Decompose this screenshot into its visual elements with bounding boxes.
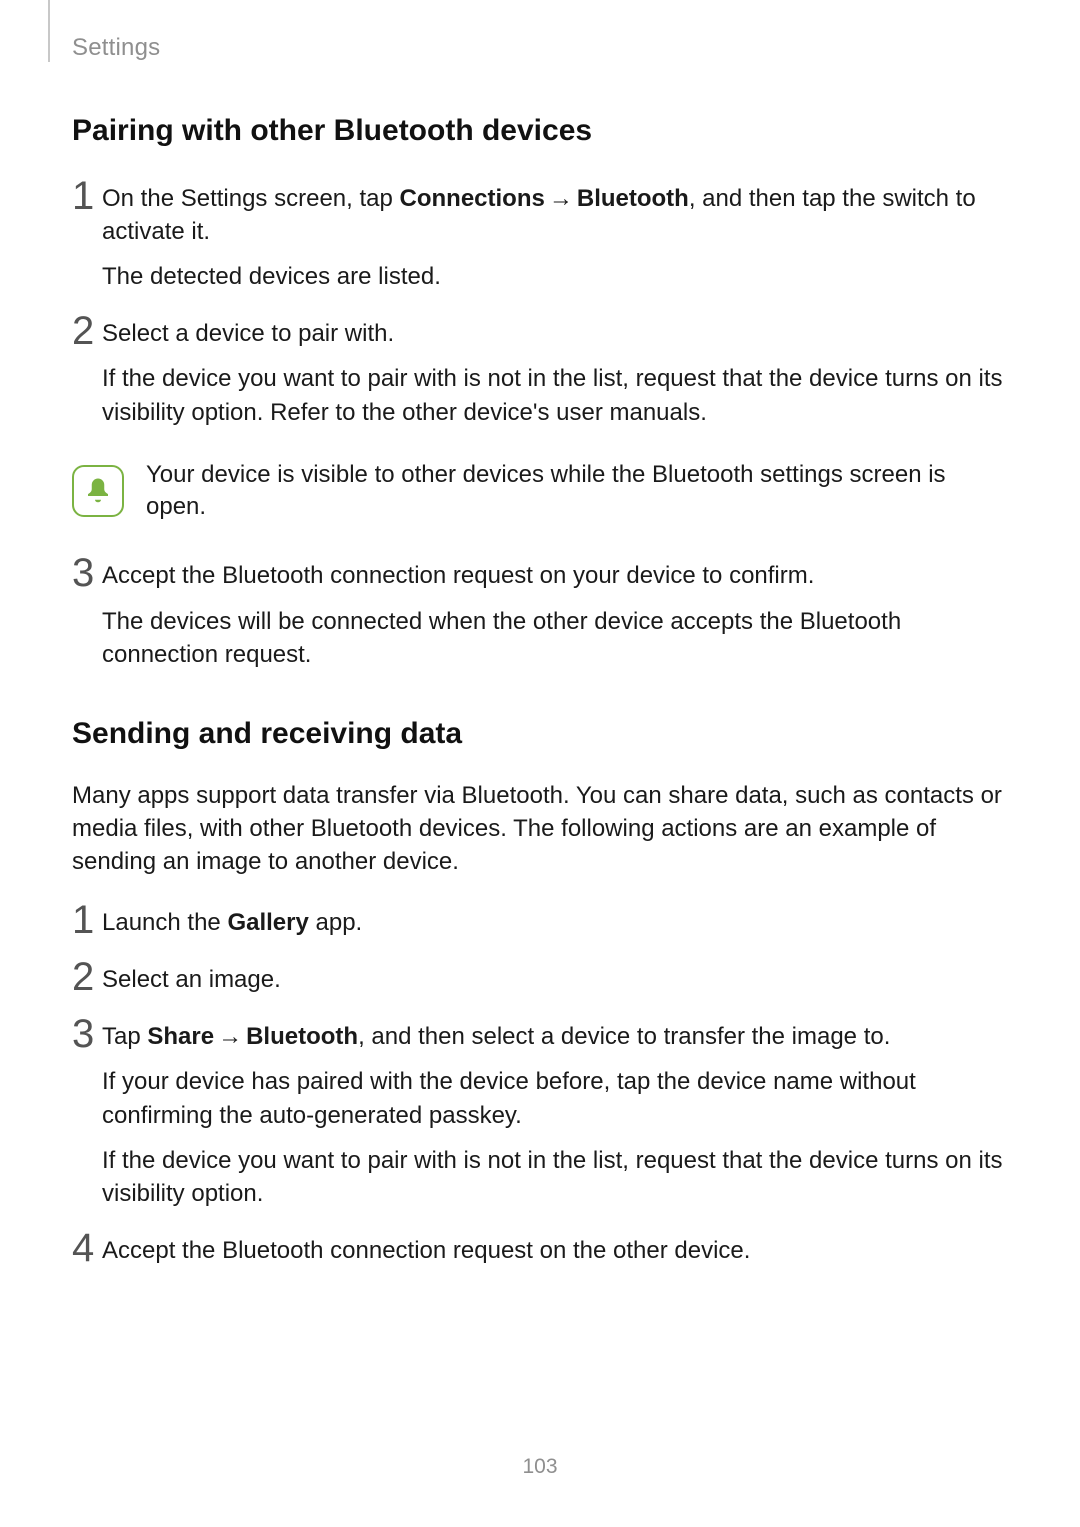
text-frag: , and then select a device to transfer t… [358,1023,890,1050]
note-callout: Your device is visible to other devices … [72,459,1008,524]
step: 2 Select an image. [72,957,1008,1008]
step-number: 1 [72,176,102,216]
text-frag: Tap [102,1023,147,1050]
step-text: Accept the Bluetooth connection request … [102,1234,1008,1267]
step-text: Tap Share→Bluetooth, and then select a d… [102,1020,1008,1053]
step: 4 Accept the Bluetooth connection reques… [72,1228,1008,1279]
section-title-sending: Sending and receiving data [72,717,1008,751]
step-text: If the device you want to pair with is n… [102,1144,1008,1210]
arrow-icon: → [214,1023,246,1050]
step-body: Accept the Bluetooth connection request … [102,553,1008,682]
step: 1 On the Settings screen, tap Connection… [72,176,1008,305]
text-frag: Launch the [102,909,227,936]
text-frag: app. [309,909,362,936]
step-text: The devices will be connected when the o… [102,605,1008,671]
step-body: Launch the Gallery app. [102,900,1008,951]
page-number: 103 [0,1455,1080,1479]
step-body: On the Settings screen, tap Connections→… [102,176,1008,305]
step: 2 Select a device to pair with. If the d… [72,311,1008,440]
step-text: Select an image. [102,963,1008,996]
step-text: On the Settings screen, tap Connections→… [102,182,1008,248]
step-number: 3 [72,1014,102,1054]
bold-text: Bluetooth [246,1023,358,1050]
step-text: If the device you want to pair with is n… [102,362,1008,428]
bell-icon [72,465,124,517]
step-text: Launch the Gallery app. [102,906,1008,939]
header-rule [48,0,50,62]
step-number: 2 [72,311,102,351]
step-text: The detected devices are listed. [102,260,1008,293]
step-text: Select a device to pair with. [102,317,1008,350]
step-number: 2 [72,957,102,997]
header-section-label: Settings [72,34,160,62]
step-text: If your device has paired with the devic… [102,1065,1008,1131]
text-frag: On the Settings screen, tap [102,185,400,212]
bold-text: Share [147,1023,214,1050]
step-text: Accept the Bluetooth connection request … [102,559,1008,592]
step: 3 Tap Share→Bluetooth, and then select a… [72,1014,1008,1222]
section-title-pairing: Pairing with other Bluetooth devices [72,114,1008,148]
note-text: Your device is visible to other devices … [146,459,1008,524]
step-body: Select a device to pair with. If the dev… [102,311,1008,440]
step-body: Tap Share→Bluetooth, and then select a d… [102,1014,1008,1222]
step: 3 Accept the Bluetooth connection reques… [72,553,1008,682]
step-number: 3 [72,553,102,593]
bold-text: Connections [400,185,545,212]
step: 1 Launch the Gallery app. [72,900,1008,951]
bold-text: Bluetooth [577,185,689,212]
step-body: Accept the Bluetooth connection request … [102,1228,1008,1279]
bold-text: Gallery [227,909,308,936]
step-body: Select an image. [102,957,1008,1008]
step-number: 4 [72,1228,102,1268]
step-number: 1 [72,900,102,940]
intro-paragraph: Many apps support data transfer via Blue… [72,779,1008,878]
arrow-icon: → [545,185,577,212]
